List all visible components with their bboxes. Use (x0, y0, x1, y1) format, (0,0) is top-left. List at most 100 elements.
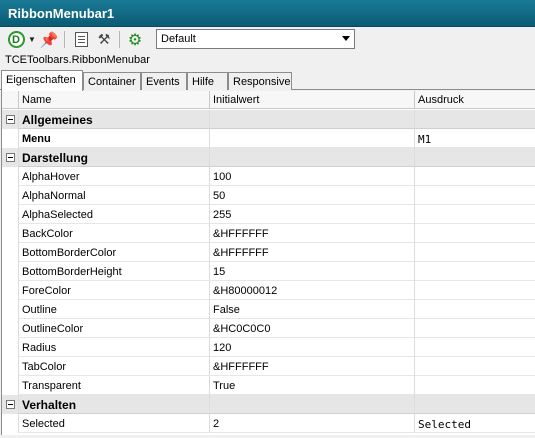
tab-responsive[interactable]: Responsive (228, 72, 292, 90)
property-expression[interactable] (414, 224, 535, 243)
property-initial-value[interactable]: False (209, 300, 414, 319)
category-row[interactable]: Verhalten (2, 395, 535, 414)
chevron-down-icon[interactable]: ▼ (27, 30, 37, 49)
row-gutter (2, 129, 18, 148)
row-gutter (2, 186, 18, 205)
property-row[interactable]: OutlineColor &HC0C0C0 (2, 319, 535, 338)
property-name: ForeColor (18, 281, 209, 300)
property-initial-value[interactable]: 100 (209, 167, 414, 186)
tab-strip: Eigenschaften Container Events Hilfe Res… (0, 70, 535, 91)
hammer-icon[interactable]: ⚒ (95, 30, 113, 49)
property-initial-value[interactable]: True (209, 376, 414, 395)
row-gutter (2, 224, 18, 243)
tab-eigenschaften[interactable]: Eigenschaften (1, 70, 83, 91)
grid-header: Name Initialwert Ausdruck (2, 91, 535, 109)
property-expression[interactable] (414, 300, 535, 319)
property-name: BottomBorderHeight (18, 262, 209, 281)
row-gutter (2, 167, 18, 186)
property-initial-value[interactable]: &HC0C0C0 (209, 319, 414, 338)
row-gutter (2, 262, 18, 281)
property-row[interactable]: BottomBorderColor &HFFFFFF (2, 243, 535, 262)
property-row[interactable]: Transparent True (2, 376, 535, 395)
property-initial-value[interactable]: 255 (209, 205, 414, 224)
property-expression[interactable]: Selected (414, 414, 535, 433)
row-gutter (2, 376, 18, 395)
gear-icon[interactable]: ⚙ (126, 30, 144, 49)
tab-container[interactable]: Container (83, 72, 141, 90)
property-row[interactable]: Menu M1 (2, 129, 535, 148)
property-expression[interactable] (414, 167, 535, 186)
category-expression-cell (414, 110, 535, 129)
category-name: Darstellung (18, 148, 209, 167)
column-header-name[interactable]: Name (18, 91, 209, 109)
window-title: RibbonMenubar1 (0, 0, 535, 27)
property-name: Menu (18, 129, 209, 148)
property-initial-value[interactable]: &H80000012 (209, 281, 414, 300)
dropdown-arrow-icon[interactable] (342, 36, 350, 41)
property-expression[interactable] (414, 281, 535, 300)
property-initial-value[interactable] (209, 129, 414, 148)
style-dropdown[interactable]: Default (156, 29, 355, 49)
property-expression[interactable]: M1 (414, 129, 535, 148)
row-gutter (2, 148, 18, 167)
property-name: BackColor (18, 224, 209, 243)
row-gutter (2, 110, 18, 129)
tab-hilfe[interactable]: Hilfe (187, 72, 228, 90)
d-circle-label: D (7, 31, 25, 48)
pin-icon[interactable]: 📌 (40, 30, 59, 49)
property-row[interactable]: ForeColor &H80000012 (2, 281, 535, 300)
property-initial-value[interactable]: &HFFFFFF (209, 224, 414, 243)
column-header-initialwert[interactable]: Initialwert (209, 91, 414, 109)
properties-sheet-icon[interactable] (72, 30, 90, 49)
toolbar-separator (119, 31, 120, 48)
column-header-ausdruck[interactable]: Ausdruck (414, 91, 535, 109)
property-expression[interactable] (414, 376, 535, 395)
row-gutter (2, 319, 18, 338)
row-gutter (2, 243, 18, 262)
property-initial-value[interactable]: &HFFFFFF (209, 357, 414, 376)
collapse-icon[interactable] (6, 400, 15, 409)
property-initial-value[interactable]: 2 (209, 414, 414, 433)
property-row[interactable]: Outline False (2, 300, 535, 319)
property-expression[interactable] (414, 186, 535, 205)
property-name: AlphaHover (18, 167, 209, 186)
property-name: TabColor (18, 357, 209, 376)
property-expression[interactable] (414, 357, 535, 376)
category-row[interactable]: Darstellung (2, 148, 535, 167)
style-dropdown-value: Default (161, 33, 196, 45)
property-expression[interactable] (414, 338, 535, 357)
collapse-icon[interactable] (6, 115, 15, 124)
property-initial-value[interactable]: &HFFFFFF (209, 243, 414, 262)
property-row[interactable]: AlphaHover 100 (2, 167, 535, 186)
property-row[interactable]: BackColor &HFFFFFF (2, 224, 535, 243)
property-expression[interactable] (414, 205, 535, 224)
toolbar-separator (64, 31, 65, 48)
property-name: OutlineColor (18, 319, 209, 338)
property-row[interactable]: Selected 2 Selected (2, 414, 535, 433)
property-row[interactable]: AlphaSelected 255 (2, 205, 535, 224)
category-name: Verhalten (18, 395, 209, 414)
row-gutter (2, 300, 18, 319)
category-row[interactable]: Allgemeines (2, 110, 535, 129)
property-expression[interactable] (414, 243, 535, 262)
property-row[interactable]: Radius 120 (2, 338, 535, 357)
category-initial-cell (209, 110, 414, 129)
row-gutter (2, 395, 18, 414)
property-row[interactable]: BottomBorderHeight 15 (2, 262, 535, 281)
d-circle-icon[interactable]: D (6, 30, 26, 49)
property-initial-value[interactable]: 15 (209, 262, 414, 281)
collapse-icon[interactable] (6, 153, 15, 162)
property-row[interactable]: TabColor &HFFFFFF (2, 357, 535, 376)
category-initial-cell (209, 395, 414, 414)
property-name: Radius (18, 338, 209, 357)
property-initial-value[interactable]: 120 (209, 338, 414, 357)
property-expression[interactable] (414, 319, 535, 338)
row-gutter (2, 281, 18, 300)
category-expression-cell (414, 395, 535, 414)
property-expression[interactable] (414, 262, 535, 281)
category-expression-cell (414, 148, 535, 167)
property-initial-value[interactable]: 50 (209, 186, 414, 205)
property-row[interactable]: AlphaNormal 50 (2, 186, 535, 205)
tab-events[interactable]: Events (141, 72, 187, 90)
toolbar: D ▼ 📌 ⚒ ⚙ Default (0, 27, 535, 52)
